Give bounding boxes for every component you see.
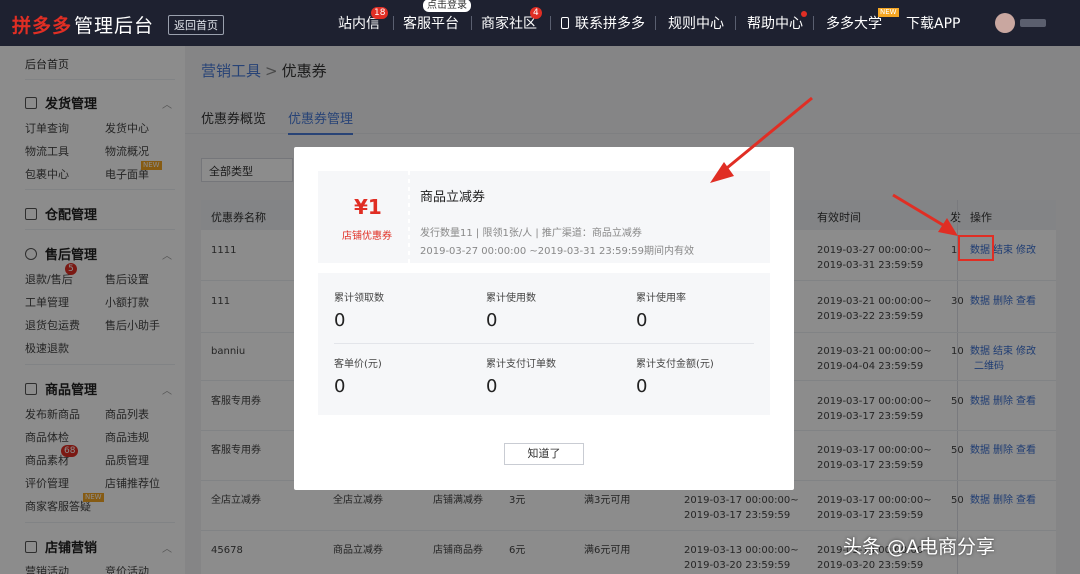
nav-divider xyxy=(550,16,551,30)
nav-help-label: 帮助中心 xyxy=(747,16,803,32)
stat-value: 0 xyxy=(486,376,498,397)
nav-divider xyxy=(813,16,814,30)
coupon-meta: 发行数量11 | 限领1张/人 | 推广渠道：商品立减券 xyxy=(420,228,642,239)
nav-community-label: 商家社区 xyxy=(481,16,537,32)
nav-university[interactable]: 多多大学 NEW xyxy=(826,8,899,33)
coupon-amount: ¥1 xyxy=(354,195,382,219)
stat-value: 0 xyxy=(486,310,498,331)
stat-value: 0 xyxy=(636,310,648,331)
stat-label: 累计使用数 xyxy=(486,293,536,304)
coupon-divider xyxy=(408,171,410,263)
avatar[interactable] xyxy=(995,13,1015,33)
highlight-box xyxy=(958,235,994,261)
stat-used: 累计使用数 0 xyxy=(486,289,636,331)
ok-button[interactable]: 知道了 xyxy=(504,443,584,465)
nav-rules[interactable]: 规则中心 xyxy=(668,13,724,33)
community-badge: 4 xyxy=(530,7,542,19)
phone-icon xyxy=(561,17,569,29)
stat-paid-amount: 累计支付金额(元) 0 xyxy=(636,355,786,397)
stat-value: 0 xyxy=(334,376,346,397)
nav-community[interactable]: 商家社区 4 xyxy=(481,7,542,33)
coupon-store-tag: 店铺优惠券 xyxy=(342,231,392,242)
nav-customer-service[interactable]: 客服平台 点击登录 xyxy=(403,0,471,33)
nav-contact-label: 联系拼多多 xyxy=(575,16,645,32)
coupon-stats: 累计领取数 0 累计使用数 0 累计使用率 0 客单价(元) 0 累计支付订单数 0 累计… xyxy=(318,273,770,415)
watermark: 头条 @A电商分享 xyxy=(843,536,996,558)
nav-divider xyxy=(735,16,736,30)
stat-value: 0 xyxy=(334,310,346,331)
stat-label: 客单价(元) xyxy=(334,359,382,370)
new-tag: NEW xyxy=(878,8,899,17)
coupon-card: ¥1 店铺优惠券 商品立减券 发行数量11 | 限领1张/人 | 推广渠道：商品… xyxy=(318,171,770,263)
login-tip: 点击登录 xyxy=(423,0,471,12)
stats-divider xyxy=(334,343,754,344)
nav-help[interactable]: 帮助中心 xyxy=(747,11,807,33)
stat-label: 累计支付订单数 xyxy=(486,359,556,370)
stat-value: 0 xyxy=(636,376,648,397)
nav-contact[interactable]: 联系拼多多 xyxy=(561,13,645,33)
coupon-data-modal: ¥1 店铺优惠券 商品立减券 发行数量11 | 限领1张/人 | 推广渠道：商品… xyxy=(294,147,794,490)
username-blurred[interactable] xyxy=(1020,19,1046,27)
stat-label: 累计使用率 xyxy=(636,293,686,304)
nav-divider xyxy=(471,16,472,30)
nav-download-app[interactable]: 下载APP xyxy=(906,13,960,33)
nav-inbox[interactable]: 站内信 18 xyxy=(338,7,389,33)
stat-label: 累计支付金额(元) xyxy=(636,359,714,370)
coupon-valid-time: 2019-03-27 00:00:00 ~2019-03-31 23:59:59… xyxy=(420,246,694,257)
inbox-badge: 18 xyxy=(371,7,389,19)
stat-paid-orders: 累计支付订单数 0 xyxy=(486,355,636,397)
stat-label: 累计领取数 xyxy=(334,293,384,304)
header-nav: 站内信 18 客服平台 点击登录 商家社区 4 联系拼多多 规则中心 帮助中心 多多大… xyxy=(0,0,1080,46)
nav-divider xyxy=(393,16,394,30)
top-nav-bar: 拼多多 管理后台 返回首页 站内信 18 客服平台 点击登录 商家社区 4 联系拼多多 … xyxy=(0,0,1080,46)
coupon-title: 商品立减券 xyxy=(420,190,486,205)
help-dot xyxy=(801,11,807,17)
nav-customer-service-label: 客服平台 xyxy=(403,16,459,32)
nav-divider xyxy=(655,16,656,30)
stat-claimed: 累计领取数 0 xyxy=(334,289,484,331)
stat-use-rate: 累计使用率 0 xyxy=(636,289,786,331)
stat-avg-price: 客单价(元) 0 xyxy=(334,355,484,397)
nav-university-label: 多多大学 xyxy=(826,16,882,32)
